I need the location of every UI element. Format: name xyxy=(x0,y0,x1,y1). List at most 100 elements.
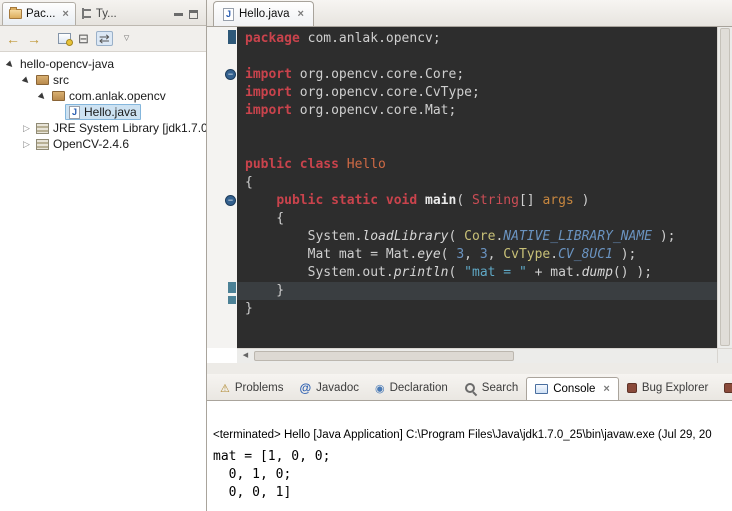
code-line[interactable]: public class Hello xyxy=(237,156,717,174)
package-explorer-toolbar: ← → ⊟ ⇄ ▽ xyxy=(0,26,206,52)
tree-item[interactable]: ▶ src xyxy=(0,72,206,88)
collapsed-arrow-icon[interactable]: ▷ xyxy=(20,139,33,150)
tab-declaration[interactable]: ◉Declaration xyxy=(367,376,456,400)
tab-label: Ty... xyxy=(96,8,117,20)
tab-type-hierarchy[interactable]: Ty... xyxy=(76,2,123,25)
code-line[interactable]: System.loadLibrary( Core.NATIVE_LIBRARY_… xyxy=(237,228,717,246)
tab-label: Pac... xyxy=(26,8,55,20)
tab-package-explorer[interactable]: Pac... × xyxy=(2,2,76,25)
fold-collapse-icon[interactable] xyxy=(225,195,236,206)
tab-javadoc[interactable]: @ Javadoc xyxy=(291,376,367,400)
minimize-icon[interactable] xyxy=(174,13,183,16)
fold-collapse-icon[interactable] xyxy=(225,69,236,80)
java-file-icon: J xyxy=(69,106,80,119)
tab-search[interactable]: Search xyxy=(456,376,526,400)
library-icon xyxy=(36,139,49,150)
code-line[interactable]: { xyxy=(237,174,717,192)
code-line[interactable]: package com.anlak.opencv; xyxy=(237,30,717,48)
console-line: 0, 0, 1] xyxy=(213,484,732,502)
tab-label: Javadoc xyxy=(316,382,359,394)
collapsed-arrow-icon[interactable]: ▷ xyxy=(20,123,33,134)
tab-bug-explorer[interactable]: Bug Explorer xyxy=(619,376,716,400)
forward-icon[interactable]: → xyxy=(27,32,41,46)
declaration-icon: ◉ xyxy=(375,382,385,395)
src-folder-icon xyxy=(36,75,49,85)
tree-item-label: com.anlak.opencv xyxy=(69,89,166,103)
code-line[interactable]: import org.opencv.core.Core; xyxy=(237,66,717,84)
code-line[interactable]: import org.opencv.core.Mat; xyxy=(237,102,717,120)
view-window-buttons xyxy=(174,10,206,25)
range-indicator xyxy=(228,296,236,304)
tree-item[interactable]: ▶ com.anlak.opencv xyxy=(0,88,206,104)
editor-tab-label: Hello.java xyxy=(239,8,290,20)
console-panel: ⚠Problems @ Javadoc ◉Declaration Search Conso… xyxy=(207,374,732,511)
code-line[interactable] xyxy=(237,120,717,138)
console-icon xyxy=(535,384,548,394)
tree-item[interactable]: ▷ OpenCV-2.4.6 xyxy=(0,136,206,152)
maximize-icon[interactable] xyxy=(189,10,198,19)
type-hierarchy-icon xyxy=(82,8,92,19)
range-indicator xyxy=(228,30,236,44)
console-line: 0, 1, 0; xyxy=(213,466,732,484)
scrollbar-thumb[interactable] xyxy=(720,28,730,346)
tree-item[interactable]: ▷ JRE System Library [jdk1.7.0 xyxy=(0,120,206,136)
code-line[interactable]: System.out.println( "mat = " + mat.dump(… xyxy=(237,264,717,282)
tree-item-label: JRE System Library [jdk1.7.0 xyxy=(53,121,207,135)
tree-item[interactable]: ▶hello-opencv-java xyxy=(0,56,206,72)
code-line[interactable] xyxy=(237,138,717,156)
package-explorer-panel: Pac... × Ty... ← → ⊟ ⇄ ▽ ▶hello-opencv-j… xyxy=(0,0,207,511)
tree-item-label: hello-opencv-java xyxy=(20,57,114,71)
focus-view-icon[interactable] xyxy=(58,33,71,44)
tree-item-label: Hello.java xyxy=(84,105,137,119)
editor-ruler[interactable] xyxy=(207,27,237,348)
horizontal-scrollbar[interactable]: ◀ xyxy=(237,348,717,363)
package-icon xyxy=(52,91,65,101)
back-icon[interactable]: ← xyxy=(6,32,20,46)
bug-icon xyxy=(724,383,732,393)
editor-area: J Hello.java × package com.anlak.opencv;… xyxy=(207,0,732,363)
code-line[interactable]: Mat mat = Mat.eye( 3, 3, CvType.CV_8UC1 … xyxy=(237,246,717,264)
tab-bug[interactable]: Bug xyxy=(716,376,732,400)
tab-label: Search xyxy=(482,382,518,394)
close-icon[interactable]: × xyxy=(603,384,609,395)
tree-item-label: src xyxy=(53,73,69,87)
close-icon[interactable]: × xyxy=(62,9,68,20)
tree-item-box: J Hello.java xyxy=(65,104,141,120)
editor-tab-hello-java[interactable]: J Hello.java × xyxy=(213,1,314,26)
console-output[interactable]: mat = [1, 0, 0; 0, 1, 0; 0, 0, 1] xyxy=(213,448,732,502)
tree-item-box: hello-opencv-java xyxy=(17,56,117,72)
code-line[interactable]: } xyxy=(237,282,717,300)
close-icon[interactable]: × xyxy=(298,9,304,20)
scroll-left-icon[interactable]: ◀ xyxy=(239,349,252,363)
console-view: <terminated> Hello [Java Application] C:… xyxy=(207,401,732,511)
package-explorer-tabbar: Pac... × Ty... xyxy=(0,0,206,26)
tree-item-box: src xyxy=(33,72,72,88)
collapse-all-icon[interactable]: ⊟ xyxy=(78,32,89,45)
code-editor[interactable]: package com.anlak.opencv; import org.open… xyxy=(237,27,717,348)
code-line[interactable] xyxy=(237,48,717,66)
tree-item-label: OpenCV-2.4.6 xyxy=(53,137,129,151)
tree-item-box: JRE System Library [jdk1.7.0 xyxy=(33,120,207,136)
code-line[interactable]: } xyxy=(237,300,717,318)
console-status-line: <terminated> Hello [Java Application] C:… xyxy=(213,429,732,441)
view-menu-icon[interactable]: ▽ xyxy=(124,35,129,42)
code-line[interactable]: import org.opencv.core.CvType; xyxy=(237,84,717,102)
code-line[interactable]: public static void main( String[] args ) xyxy=(237,192,717,210)
java-file-icon: J xyxy=(223,8,234,21)
vertical-scrollbar[interactable] xyxy=(717,27,732,348)
javadoc-icon: @ xyxy=(299,381,311,395)
tree-item[interactable]: J Hello.java xyxy=(0,104,206,120)
package-tree[interactable]: ▶hello-opencv-java▶src▶com.anlak.opencvJ… xyxy=(0,52,206,152)
console-line: mat = [1, 0, 0; xyxy=(213,448,732,466)
tab-problems[interactable]: ⚠Problems xyxy=(212,376,291,400)
tab-label: Problems xyxy=(235,382,284,394)
code-line[interactable]: { xyxy=(237,210,717,228)
expanded-arrow-icon[interactable]: ▶ xyxy=(3,56,19,72)
tab-console[interactable]: Console× xyxy=(526,377,619,401)
scrollbar-thumb[interactable] xyxy=(254,351,514,361)
tree-item-box: com.anlak.opencv xyxy=(49,88,169,104)
expanded-arrow-icon[interactable]: ▶ xyxy=(19,72,35,88)
expanded-arrow-icon[interactable]: ▶ xyxy=(35,88,51,104)
link-with-editor-icon[interactable]: ⇄ xyxy=(96,31,113,46)
bug-icon xyxy=(627,383,637,393)
